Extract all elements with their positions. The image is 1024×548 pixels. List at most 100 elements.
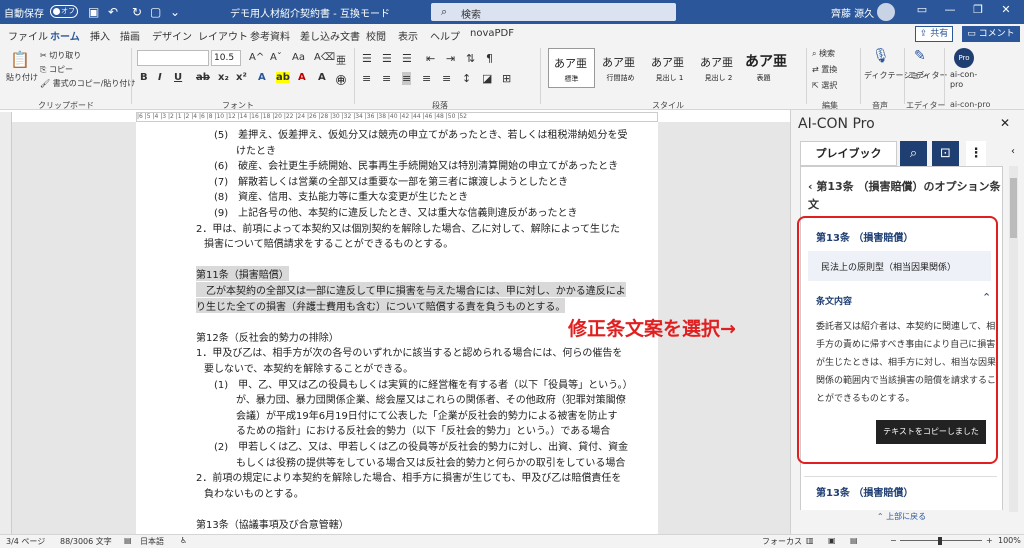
document-line[interactable]: (9) 上記各号の他、本契約に違反したとき、又は重大な信義則違反があったとき <box>214 204 577 219</box>
share-button[interactable]: ⇪ 共有 <box>915 26 953 42</box>
document-line[interactable]: るための指針」における反社会的勢力（以下「反社会的勢力」という。）である場合 <box>236 422 610 437</box>
read-mode-icon[interactable]: ▥ <box>806 536 814 545</box>
back-to-top-link[interactable]: ⌃ 上部に戻る <box>800 510 1003 524</box>
document-line[interactable]: (7) 解散若しくは営業の全部又は重要な一部を第三者に譲渡しようとしたとき <box>214 173 568 188</box>
page-count[interactable]: 3/4 ページ <box>6 536 45 547</box>
new-document-icon[interactable]: ▢ <box>150 5 161 19</box>
document-line[interactable]: もしくは役務の提供等をしている場合又は反社会的勢力と何らかの取引をしている場合 <box>236 454 625 469</box>
save-icon[interactable]: ▣ <box>88 5 99 19</box>
clear-format-icon[interactable]: A⌫ <box>314 52 335 63</box>
borders-icon[interactable]: ⊞ <box>502 72 511 85</box>
replace-button[interactable]: ⇄ 置換 <box>812 64 837 75</box>
show-marks-icon[interactable]: ¶ <box>486 52 493 65</box>
tab-review[interactable]: 校閲 <box>366 28 386 43</box>
clause-text[interactable]: 委託者又は紹介者は、本契約に関連して、相手方の責めに帰すべき事由により自己に損害… <box>816 318 996 408</box>
aicon-pro-icon[interactable]: Pro <box>954 48 974 68</box>
scrollbar-thumb[interactable] <box>1010 178 1017 238</box>
shrink-font-icon[interactable]: Aˇ <box>270 52 282 63</box>
tab-view[interactable]: 表示 <box>398 28 418 43</box>
tab-home[interactable]: ホーム <box>50 28 80 47</box>
sort-icon[interactable]: ⇅ <box>466 52 475 65</box>
comment-button[interactable]: ▭ コメント <box>962 26 1020 42</box>
document-line[interactable]: (2) 甲若しくは乙、又は、甲若しくは乙の役員等が反社会的勢力に対し、出資、貸付… <box>214 438 628 453</box>
text-effects-icon[interactable]: A <box>258 72 266 83</box>
underline-icon[interactable]: U <box>174 72 182 83</box>
document-line[interactable]: 1．甲及び乙は、相手方が次の各号のいずれかに該当すると認められる場合には、何らの… <box>196 344 622 359</box>
pane-folder-icon[interactable]: ⊡ <box>932 141 959 166</box>
line-spacing-icon[interactable]: ↕ <box>462 72 471 85</box>
collapse-chevron-icon[interactable]: ⌃ <box>982 291 991 304</box>
document-line[interactable]: が、暴力団、暴力団関係企業、総会屋又はこれらの関係者、その他政府（犯罪対策閣僚 <box>236 391 626 406</box>
subscript-icon[interactable]: x₂ <box>218 72 229 83</box>
zoom-out-icon[interactable]: − <box>890 536 897 545</box>
zoom-level[interactable]: 100% <box>998 536 1021 545</box>
cut-button[interactable]: ✂ 切り取り <box>40 50 81 61</box>
autosave-toggle[interactable]: オフ <box>50 5 78 18</box>
tab-draw[interactable]: 描画 <box>120 28 140 43</box>
document-line[interactable]: り生じた全ての損害（弁護士費用も含む）について賠償する責を負うものとする。 <box>196 297 566 313</box>
document-line[interactable]: 負わないものとする。 <box>204 485 304 500</box>
font-size-box[interactable]: 10.5 <box>211 50 241 66</box>
avatar[interactable] <box>877 3 895 21</box>
redo-icon[interactable]: ↻ <box>132 5 142 19</box>
document-line[interactable]: (8) 資産、信用、支払能力等に重大な変更が生じたとき <box>214 188 468 203</box>
document-line[interactable]: けたとき <box>236 142 276 157</box>
style-normal[interactable]: あア亜 標準 <box>548 48 595 88</box>
document-line[interactable]: 要しないで、本契約を解除することができる。 <box>204 360 413 375</box>
change-case-icon[interactable]: Aa <box>292 52 305 63</box>
align-left-icon[interactable]: ≡ <box>362 72 371 85</box>
search-box[interactable]: ⌕ 検索 <box>431 3 676 21</box>
bold-icon[interactable]: B <box>140 72 148 83</box>
superscript-icon[interactable]: x² <box>236 72 247 83</box>
strikethrough-icon[interactable]: ab <box>196 72 210 83</box>
pane-close-icon[interactable]: ✕ <box>1000 116 1010 130</box>
accessibility-icon[interactable]: ♿ <box>180 536 187 545</box>
pane-scrollbar[interactable] <box>1009 166 1018 512</box>
editor-icon[interactable]: ✎ <box>914 48 926 64</box>
document-line[interactable]: 2．前項の規定により本契約を解除した場合、相手方に損害が生じても、甲及び乙は賠償… <box>196 469 621 484</box>
document-line[interactable]: (5) 差押え、仮差押え、仮処分又は競売の申立てがあったとき、若しくは租税滞納処… <box>214 126 627 141</box>
language[interactable]: 日本語 <box>140 536 164 547</box>
tab-layout[interactable]: レイアウト <box>198 28 248 43</box>
style-no-spacing[interactable]: あア亜 行間詰め <box>597 48 644 88</box>
user-name[interactable]: 齊藤 源久 <box>831 5 874 20</box>
italic-icon[interactable]: I <box>158 72 162 83</box>
style-heading-2[interactable]: あア亜 見出し 2 <box>695 48 742 88</box>
paste-button[interactable]: 貼り付け <box>6 72 38 83</box>
font-name-box[interactable] <box>137 50 209 66</box>
document-line[interactable]: 第11条（損害賠償） <box>196 266 289 282</box>
tab-design[interactable]: デザイン <box>152 28 192 43</box>
format-painter-button[interactable]: 🖌 書式のコピー/貼り付け <box>40 78 135 89</box>
document-line[interactable]: 損害について賠償請求をすることができるものとする。 <box>204 235 453 250</box>
tab-novapdf[interactable]: novaPDF <box>470 28 514 39</box>
tab-insert[interactable]: 挿入 <box>90 28 110 43</box>
justify-icon[interactable]: ≡ <box>402 72 412 85</box>
distribute-icon[interactable]: ≡ <box>442 72 451 85</box>
char-shading-icon[interactable]: A <box>318 72 326 83</box>
document-line[interactable]: 第12条（反社会的勢力の排除） <box>196 329 339 344</box>
back-link[interactable]: ‹ 第13条 （損害賠償）のオプション条文 <box>808 178 1003 214</box>
editor-button[interactable]: エディター <box>908 70 947 81</box>
tab-references[interactable]: 参考資料 <box>250 28 290 43</box>
option-item[interactable]: 民法上の原則型（相当因果関係） <box>808 251 991 281</box>
focus-button[interactable]: フォーカス <box>762 536 802 547</box>
microphone-icon[interactable]: 🎙 <box>872 48 890 64</box>
paste-icon[interactable]: 📋 <box>10 50 30 69</box>
horizontal-ruler[interactable]: |6 |5 |4 |3 |2 |1 |2 |4 |6 |8 |10 |12 |1… <box>136 112 658 122</box>
document-line[interactable]: 乙が本契約の全部又は一部に違反して甲に損害を与えた場合には、甲に対し、かかる違反… <box>196 282 626 297</box>
document-line[interactable]: 2．甲は、前項によって本契約又は個別契約を解除した場合、乙に対して、解除によって… <box>196 220 620 235</box>
document-line[interactable]: 会議）が平成19年6月19日付にて公表した「企業が反社会的勢力による被害を防止す <box>236 407 618 422</box>
document-line[interactable]: (1) 甲、乙、甲又は乙の役員もしくは実質的に経営権を有する者（以下「役員等」と… <box>214 376 633 391</box>
aicon-pro-button[interactable]: ai-con-pro <box>950 70 980 90</box>
maximize-icon[interactable]: ❐ <box>968 3 988 16</box>
web-layout-icon[interactable]: ▤ <box>850 536 858 545</box>
print-layout-icon[interactable]: ▣ <box>828 536 836 545</box>
select-button[interactable]: ⇱ 選択 <box>812 80 837 91</box>
tab-file[interactable]: ファイル <box>8 28 48 43</box>
style-title[interactable]: あア亜 表題 <box>740 48 787 88</box>
pane-collapse-chevron-icon[interactable]: ‹ <box>1011 146 1015 157</box>
bullets-icon[interactable]: ☰ <box>362 52 372 65</box>
zoom-in-icon[interactable]: + <box>986 536 993 545</box>
decrease-indent-icon[interactable]: ⇤ <box>426 52 435 65</box>
highlight-icon[interactable]: ab <box>276 72 290 83</box>
